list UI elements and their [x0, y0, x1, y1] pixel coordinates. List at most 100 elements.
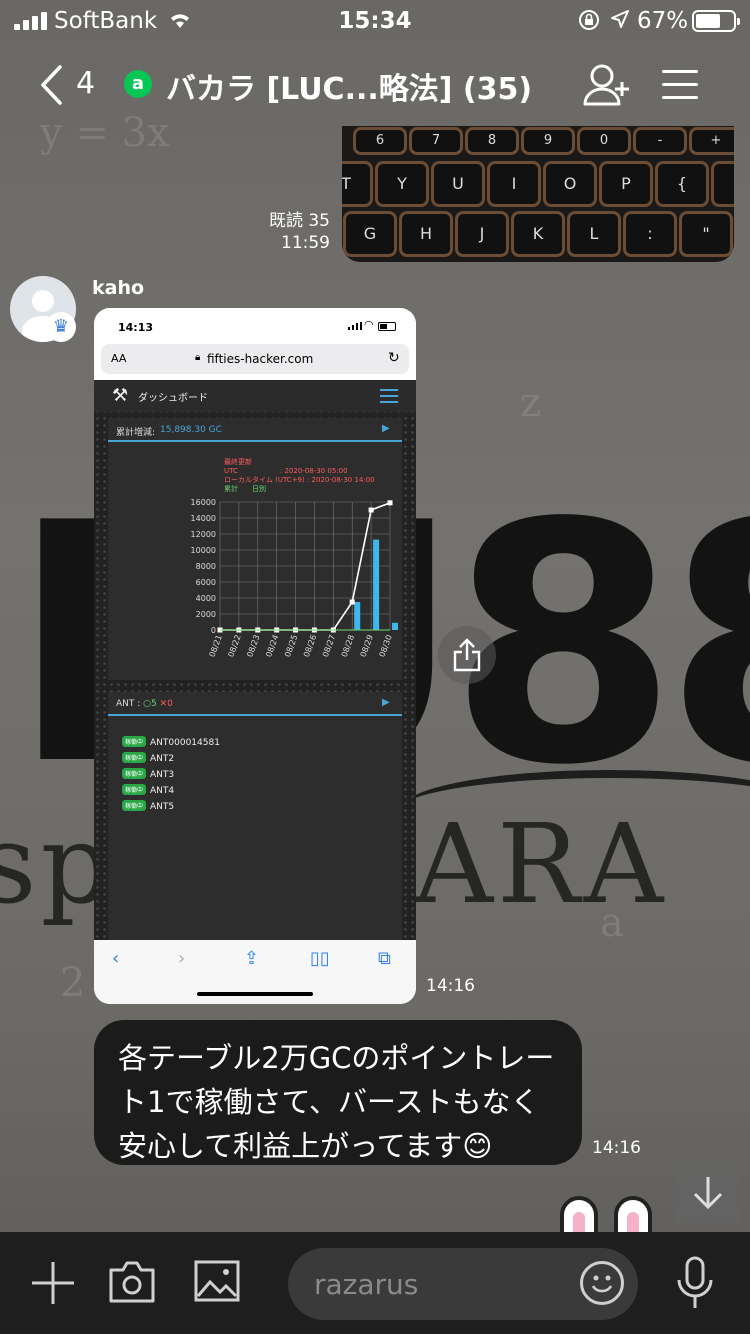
status-badge: 稼働中 — [122, 736, 147, 747]
play-icon: ▶ — [382, 423, 390, 434]
dashboard-page: ⚒ ダッシュボード 累計増減: 15,898.30 GC ▶ 最終更新 UTC … — [94, 380, 416, 940]
keyboard-key: G — [346, 214, 394, 254]
keyboard-key: P — [602, 164, 650, 204]
ant-name: ANT5 — [150, 802, 175, 812]
legend-series: 累計 日別 — [224, 485, 266, 493]
keyboard-key: } — [714, 164, 734, 204]
y-tick-label: 10000 — [191, 546, 216, 555]
battery-icon — [378, 322, 396, 331]
x-tick-label: 08/26 — [302, 634, 318, 659]
keyboard-key: { — [658, 164, 706, 204]
x-tick-label: 08/22 — [226, 634, 242, 659]
add-icon[interactable] — [30, 1260, 76, 1310]
keyboard-key: 6 — [356, 130, 404, 152]
text-message-time: 14:16 — [592, 1138, 641, 1158]
read-receipt: 既読 35 — [268, 211, 330, 231]
menu-icon — [380, 389, 398, 403]
emoji-icon[interactable] — [580, 1261, 624, 1305]
keyboard-key: 8 — [468, 130, 516, 152]
message-text-bubble[interactable]: 各テーブル2万GCのポイントレート1で稼働さて、バーストもなく安心して利益上がっ… — [94, 1020, 582, 1165]
x-tick-label: 08/30 — [378, 634, 394, 659]
x-tick-label: 08/23 — [245, 634, 261, 659]
x-tick-label: 08/28 — [340, 634, 356, 659]
x-tick-label: 08/24 — [264, 634, 280, 659]
keyboard-key: O — [546, 164, 594, 204]
balance-label: 累計増減: — [116, 428, 156, 438]
point-cumulative — [387, 500, 393, 506]
tabs-icon: ⧉ — [378, 948, 391, 969]
status-badge: 稼働中 — [122, 800, 147, 811]
keyboard-key: H — [402, 214, 450, 254]
keyboard-key: Y — [378, 164, 426, 204]
bookmarks-icon: ▯▯ — [310, 948, 330, 969]
status-badge: 稼働中 — [122, 768, 147, 779]
balance-card-header: 累計増減: 15,898.30 GC ▶ — [108, 418, 402, 442]
signal-icon — [348, 322, 362, 330]
screenshot-image[interactable]: 14:13 ◠ AA 🔒︎ fifties-hacker.com ↻ ⚒ ダッシ… — [94, 308, 416, 1004]
back-button[interactable]: 4 — [38, 60, 108, 110]
y-tick-label: 12000 — [191, 530, 216, 539]
ant-list-item: 稼働中 ANT4 — [122, 784, 220, 800]
point-cumulative — [368, 507, 374, 513]
sent-meta: 既読 35 11:59 — [250, 210, 330, 254]
sent-photo[interactable]: 67890-+ TYUIOP{} GHJKL:" — [342, 126, 734, 262]
bar-daily — [373, 539, 380, 630]
rotation-lock-icon — [577, 8, 601, 38]
dashboard-title: ダッシュボード — [138, 393, 208, 404]
menu-icon[interactable] — [662, 70, 698, 100]
keyboard-key: T — [342, 164, 370, 204]
ant-name: ANT2 — [150, 754, 175, 764]
keyboard-key: 7 — [412, 130, 460, 152]
status-bar: SoftBank 15:34 67% — [0, 0, 750, 42]
group-icon: a — [124, 70, 152, 98]
y-tick-label: 6000 — [196, 578, 216, 587]
wifi-icon: ◠ — [364, 318, 374, 331]
bar-daily — [392, 622, 398, 630]
legend-title: 最終更新 — [224, 458, 252, 466]
ant-list-item: 稼働中 ANT2 — [122, 752, 220, 768]
x-tick-label: 08/21 — [208, 634, 224, 659]
y-tick-label: 2000 — [196, 610, 216, 619]
line-cumulative — [220, 502, 391, 631]
ant-name: ANT3 — [150, 770, 175, 780]
ant-card: ANT : ○5 ✕0 ▶ 稼働中 ANT000014581 稼働中 ANT2 稼働中 A… — [108, 692, 402, 940]
tools-icon: ⚒ — [112, 385, 129, 406]
home-indicator — [197, 992, 313, 996]
screenshot-status-bar: 14:13 ◠ — [94, 308, 416, 344]
y-tick-label: 4000 — [196, 594, 216, 603]
browser-forward-icon: › — [178, 948, 186, 969]
browser-back-icon: ‹ — [112, 948, 120, 969]
add-friend-icon[interactable] — [582, 62, 632, 112]
keyboard-key: : — [626, 214, 674, 254]
battery-fill — [696, 14, 721, 28]
balance-card: 累計増減: 15,898.30 GC ▶ 最終更新 UTC : 2020-08-… — [108, 418, 402, 680]
share-icon: ⇪ — [244, 948, 260, 969]
share-button[interactable] — [438, 626, 496, 684]
message-input[interactable]: razarus — [288, 1248, 638, 1320]
share-icon — [453, 638, 481, 672]
dashboard-nav: ⚒ ダッシュボード — [94, 380, 416, 412]
keyboard-key: I — [490, 164, 538, 204]
lock-icon: 🔒︎ — [195, 352, 201, 363]
safari-toolbar: ‹ › ⇪ ▯▯ ⧉ — [94, 940, 416, 1004]
chevron-left-icon — [41, 65, 62, 105]
unread-count: 4 — [76, 66, 96, 101]
microphone-icon[interactable] — [676, 1256, 714, 1314]
scroll-down-button[interactable] — [677, 1161, 739, 1223]
battery-icon — [692, 10, 740, 32]
screenshot-time: 14:13 — [118, 321, 154, 334]
ant-summary: ANT : ○5 ✕0 — [116, 699, 173, 709]
reload-icon: ↻ — [388, 350, 400, 366]
y-tick-label: 14000 — [191, 514, 216, 523]
ant-list-item: 稼働中 ANT000014581 — [122, 736, 220, 752]
screenshot-message-time: 14:16 — [426, 976, 475, 996]
play-icon: ▶ — [382, 697, 390, 708]
url-text: fifties-hacker.com — [207, 352, 314, 366]
camera-icon[interactable] — [108, 1260, 156, 1308]
keyboard-key: U — [434, 164, 482, 204]
x-tick-label: 08/27 — [321, 634, 337, 659]
location-icon — [609, 8, 631, 36]
chat-title[interactable]: バカラ [LUC...略法] (35) — [166, 64, 532, 108]
image-icon[interactable] — [194, 1260, 240, 1306]
url-bar: AA 🔒︎ fifties-hacker.com ↻ — [101, 344, 409, 374]
